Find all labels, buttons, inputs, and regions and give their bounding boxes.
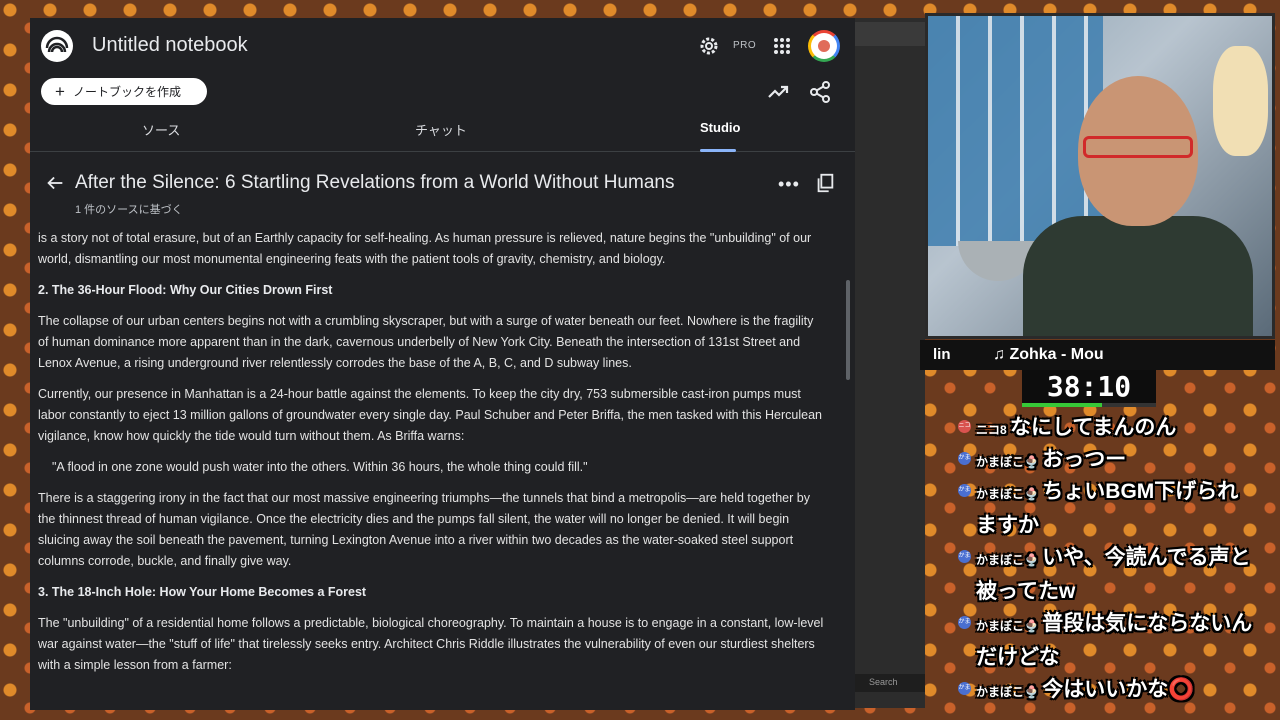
chat-user-badge: ニコ (958, 420, 971, 433)
background-app-search[interactable]: Search (855, 674, 925, 692)
chat-user-badge: かま (958, 616, 971, 629)
block-quote: "A flood in one zone would push water in… (52, 460, 588, 474)
apps-grid-icon[interactable] (770, 34, 794, 58)
chat-message-text: なにしてまんのん (1010, 416, 1177, 439)
create-notebook-label: ノートブックを作成 (72, 85, 181, 99)
chat-username: かまぼこ🍨 (976, 619, 1043, 633)
section-heading: 3. The 18-Inch Hole: How Your Home Becom… (38, 585, 367, 599)
notebook-header: Untitled notebook PRO (30, 18, 855, 78)
notebook-title[interactable]: Untitled notebook (92, 34, 248, 57)
section-heading: 2. The 36-Hour Flood: Why Our Cities Dro… (38, 283, 333, 297)
webcam-teddy-bear (1213, 46, 1268, 156)
pro-badge: PRO (733, 40, 757, 51)
copy-icon[interactable] (814, 172, 836, 194)
stream-timer: 38:10 (1022, 370, 1156, 406)
notebook-window: Untitled notebook PRO + ノートブックを作成 ソース チャ… (30, 18, 855, 710)
chat-username: かまぼこ🍨 (976, 455, 1043, 469)
webcam-feed (925, 13, 1275, 339)
document-paragraph: There is a staggering irony in the fact … (38, 491, 810, 568)
share-icon[interactable] (808, 80, 832, 104)
chat-text: かまぼこ🍨 普段は気にならないんだけどな (976, 608, 1254, 674)
settings-gear-icon[interactable] (697, 34, 721, 58)
chat-username: かまぼこ🍨 (976, 553, 1043, 567)
document-title: After the Silence: 6 Startling Revelatio… (75, 172, 675, 193)
tab-studio[interactable]: Studio (700, 120, 740, 135)
webcam-person-body (1023, 216, 1253, 336)
webcam-person-glasses (1083, 136, 1193, 158)
chat-text: かまぼこ🍨 今はいいかな⭕ (976, 674, 1254, 708)
timer-progress-fill (1022, 403, 1103, 407)
chat-username: かまぼこ🍨 (976, 487, 1043, 501)
back-arrow-icon[interactable] (44, 172, 66, 194)
document-scrollbar[interactable] (846, 280, 850, 380)
chat-text: かまぼこ🍨 ちょいBGM下げられますか (976, 476, 1254, 542)
chat-overlay: ニコ ニコ8 なにしてまんのん かま かまぼこ🍨 おっつー かま かまぼこ🍨 ちょいBGM… (958, 412, 1258, 708)
webcam-wall-photos (928, 16, 1103, 246)
more-options-icon[interactable]: ••• (778, 174, 800, 195)
now-playing-title: ♫ Zohka - Mou (993, 346, 1104, 363)
document-body: is a story not of total erasure, but of … (30, 228, 855, 710)
chat-text: ニコ8 なにしてまんのん (976, 412, 1254, 446)
analytics-trend-icon[interactable] (766, 80, 790, 104)
chat-user-badge: かま (958, 484, 971, 497)
chat-user-badge: かま (958, 682, 971, 695)
background-app-panel: Search (855, 18, 925, 708)
chat-message-text: おっつー (1042, 448, 1127, 471)
document-source-count: 1 件のソースに基づく (75, 204, 183, 216)
tab-sources[interactable]: ソース (142, 120, 180, 139)
document-paragraph: Currently, our presence in Manhattan is … (38, 387, 822, 443)
document-paragraph: The "unbuilding" of a residential home f… (38, 616, 824, 672)
chat-message-text: 今はいいかな⭕ (1042, 678, 1195, 701)
background-app-toolbar (855, 22, 925, 46)
document-header: After the Silence: 6 Startling Revelatio… (30, 162, 855, 226)
chat-username: ニコ8 (976, 423, 1011, 437)
music-prefix: lin (933, 346, 951, 363)
tab-chat[interactable]: チャット (415, 120, 467, 139)
plus-icon: + (55, 82, 65, 101)
chat-text: かまぼこ🍨 いや、今読んでる声と被ってたw (976, 542, 1254, 608)
chat-user-badge: かま (958, 452, 971, 465)
notebooklm-logo-icon[interactable] (41, 30, 73, 62)
document-paragraph: is a story not of total erasure, but of … (38, 231, 812, 266)
create-notebook-button[interactable]: + ノートブックを作成 (41, 78, 207, 105)
chat-text: かまぼこ🍨 おっつー (976, 444, 1254, 478)
notebook-tabs: ソース チャット Studio (30, 114, 855, 152)
document-paragraph: The collapse of our urban centers begins… (38, 314, 814, 370)
active-tab-indicator (700, 149, 736, 152)
chat-username: かまぼこ🍨 (976, 685, 1043, 699)
chat-user-badge: かま (958, 550, 971, 563)
timer-progress-bar (1022, 403, 1156, 407)
user-avatar[interactable] (808, 30, 840, 62)
